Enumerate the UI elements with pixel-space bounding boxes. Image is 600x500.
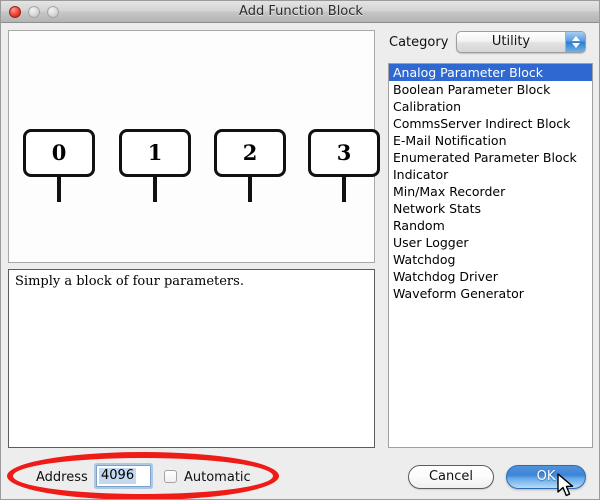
list-item[interactable]: Calibration bbox=[389, 98, 592, 115]
list-item[interactable]: Enumerated Parameter Block bbox=[389, 149, 592, 166]
parameter-block-1-stem bbox=[153, 177, 157, 202]
list-item[interactable]: Boolean Parameter Block bbox=[389, 81, 592, 98]
list-item[interactable]: Random bbox=[389, 217, 592, 234]
function-block-list[interactable]: Analog Parameter Block Boolean Parameter… bbox=[388, 63, 593, 448]
title-bar: Add Function Block bbox=[1, 1, 599, 23]
list-item[interactable]: Min/Max Recorder bbox=[389, 183, 592, 200]
parameter-block-3-label: 3 bbox=[308, 129, 380, 177]
list-item[interactable]: Watchdog Driver bbox=[389, 268, 592, 285]
window-title: Add Function Block bbox=[239, 4, 363, 19]
list-item[interactable]: User Logger bbox=[389, 234, 592, 251]
list-item[interactable]: Analog Parameter Block bbox=[389, 64, 592, 81]
description-text-box: Simply a block of four parameters. bbox=[8, 269, 375, 448]
parameter-block-2-label: 2 bbox=[214, 129, 286, 177]
block-preview-panel: 0 1 2 3 bbox=[8, 30, 380, 263]
description-text: Simply a block of four parameters. bbox=[15, 274, 244, 289]
automatic-label[interactable]: Automatic bbox=[184, 470, 251, 485]
parameter-block-2: 2 bbox=[214, 129, 286, 204]
category-label: Category bbox=[389, 35, 449, 50]
parameter-block-3-stem bbox=[342, 177, 346, 202]
chevron-updown-icon bbox=[565, 32, 585, 52]
add-function-block-dialog: Add Function Block 0 1 2 3 Simply a bloc… bbox=[0, 0, 600, 500]
category-popup-button[interactable]: Utility bbox=[456, 31, 586, 53]
address-input-value: 4096 bbox=[99, 468, 137, 484]
parameter-block-1: 1 bbox=[119, 129, 191, 204]
parameter-block-0-label: 0 bbox=[23, 129, 95, 177]
block-diagram: 0 1 2 3 bbox=[9, 129, 380, 204]
parameter-block-0: 0 bbox=[23, 129, 95, 204]
parameter-block-3: 3 bbox=[308, 129, 380, 204]
address-input[interactable]: 4096 bbox=[96, 465, 151, 487]
parameter-block-1-label: 1 bbox=[119, 129, 191, 177]
list-item[interactable]: CommsServer Indirect Block bbox=[389, 115, 592, 132]
list-item[interactable]: E-Mail Notification bbox=[389, 132, 592, 149]
list-item[interactable]: Network Stats bbox=[389, 200, 592, 217]
ok-button[interactable]: OK bbox=[506, 465, 586, 489]
category-selected-value: Utility bbox=[491, 34, 531, 49]
list-item[interactable]: Waveform Generator bbox=[389, 285, 592, 302]
parameter-block-2-stem bbox=[248, 177, 252, 202]
automatic-checkbox[interactable] bbox=[164, 470, 177, 483]
list-item[interactable]: Watchdog bbox=[389, 251, 592, 268]
parameter-block-0-stem bbox=[57, 177, 61, 202]
cancel-button[interactable]: Cancel bbox=[408, 465, 494, 489]
list-item[interactable]: Indicator bbox=[389, 166, 592, 183]
address-label: Address bbox=[36, 470, 88, 485]
